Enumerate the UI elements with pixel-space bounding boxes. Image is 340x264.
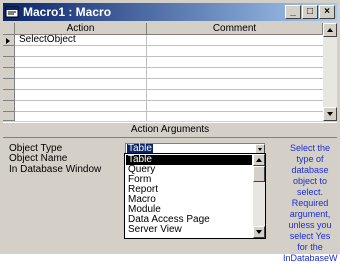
chevron-down-icon: [258, 148, 262, 151]
help-line: unless you: [288, 220, 332, 230]
help-line: InDatabaseW: [283, 253, 338, 263]
minimize-button[interactable]: _: [285, 5, 301, 19]
dropdown-scroll-up-button[interactable]: [253, 154, 265, 166]
macro-window: Macro1 : Macro _ □ × Action Comment Sele…: [0, 0, 340, 263]
window-title: Macro1 : Macro: [23, 5, 112, 19]
help-line: for the: [297, 242, 323, 252]
column-divider: [146, 35, 147, 121]
row-divider: [15, 100, 337, 101]
action-cell[interactable]: SelectObject: [19, 34, 76, 46]
row-selector[interactable]: [3, 35, 15, 46]
column-header-comment[interactable]: Comment: [147, 23, 323, 35]
close-button[interactable]: ×: [319, 5, 335, 19]
macro-icon: [5, 6, 19, 18]
help-line: database: [291, 165, 329, 175]
macro-grid[interactable]: Action Comment SelectObject: [3, 23, 337, 121]
action-arguments-header: Action Arguments: [3, 122, 337, 138]
row-selector[interactable]: [3, 46, 15, 57]
row-selector[interactable]: [3, 112, 15, 121]
row-selector[interactable]: [3, 57, 15, 68]
row-selector[interactable]: [3, 79, 15, 90]
help-line: select Yes: [289, 231, 331, 241]
up-arrow-icon: [327, 28, 333, 32]
row-divider: [15, 78, 337, 79]
in-database-window-label: In Database Window: [9, 164, 102, 175]
title-bar[interactable]: Macro1 : Macro _ □ ×: [3, 3, 337, 21]
scroll-up-button[interactable]: [323, 23, 337, 37]
dropdown-option-server-view[interactable]: Server View: [126, 225, 252, 235]
row-selector[interactable]: [3, 101, 15, 112]
dropdown-scroll-down-button[interactable]: [253, 226, 265, 238]
help-line: Select the: [289, 143, 331, 153]
row-selector[interactable]: [3, 68, 15, 79]
help-line: object to: [292, 176, 328, 186]
down-arrow-icon: [256, 230, 262, 234]
scroll-down-button[interactable]: [323, 107, 337, 121]
help-line: select.: [296, 187, 323, 197]
maximize-button[interactable]: □: [302, 5, 318, 19]
row-divider: [15, 56, 337, 57]
row-divider: [15, 111, 337, 112]
current-row-arrow-icon: [6, 38, 10, 44]
object-type-dropdown-list[interactable]: Table Query Form Report Macro Module Dat…: [124, 153, 266, 239]
help-line: argument,: [289, 209, 331, 219]
dropdown-scroll-thumb[interactable]: [253, 166, 265, 182]
grid-scrollbar[interactable]: [323, 23, 337, 121]
dropdown-scrollbar[interactable]: [253, 154, 265, 238]
up-arrow-icon: [256, 158, 262, 162]
help-line: type of: [296, 154, 324, 164]
row-divider: [15, 89, 337, 90]
down-arrow-icon: [327, 112, 333, 116]
help-text: Select the type of database object to se…: [283, 143, 338, 263]
help-line: Required: [291, 198, 329, 208]
corner-header: [3, 23, 15, 35]
row-divider: [15, 67, 337, 68]
row-selector[interactable]: [3, 90, 15, 101]
